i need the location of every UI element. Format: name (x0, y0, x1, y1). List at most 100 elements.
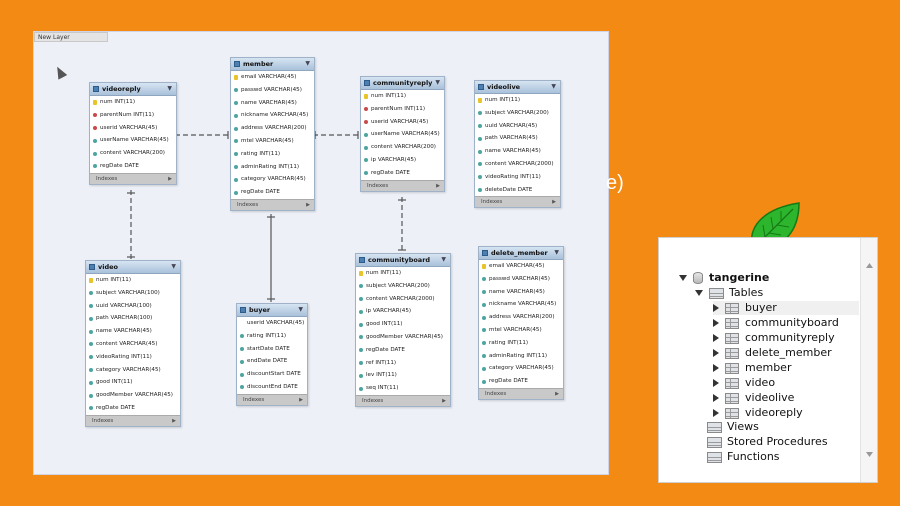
entity-header[interactable]: delete_member ▼ (479, 247, 563, 260)
column-row[interactable]: userid VARCHAR(45) (361, 116, 444, 129)
collapse-arrow-icon[interactable]: ▼ (554, 247, 559, 259)
collapse-arrow-icon[interactable]: ▼ (167, 83, 172, 95)
expand-arrow-icon[interactable]: ▶ (442, 396, 446, 406)
entity-header[interactable]: videolive ▼ (475, 81, 560, 94)
column-row[interactable]: regDate DATE (356, 344, 450, 357)
layer-label[interactable]: New Layer (34, 32, 108, 42)
column-row[interactable]: regDate DATE (90, 160, 176, 173)
column-row[interactable]: email VARCHAR(45) (479, 260, 563, 273)
table-node-videolive[interactable]: videolive (713, 391, 859, 405)
column-row[interactable]: category VARCHAR(45) (231, 173, 314, 186)
column-row[interactable]: discountEnd DATE (237, 381, 307, 394)
expand-arrow-icon[interactable]: ▶ (306, 200, 310, 210)
column-row[interactable]: num INT(11) (361, 90, 444, 103)
expand-arrow-icon[interactable] (679, 275, 687, 281)
column-row[interactable]: num INT(11) (356, 267, 450, 280)
column-row[interactable]: address VARCHAR(200) (231, 122, 314, 135)
entity-delete-member[interactable]: delete_member ▼ email VARCHAR(45) passwd VA… (478, 246, 564, 400)
column-row[interactable]: email VARCHAR(45) (231, 71, 314, 84)
indexes-section[interactable]: Indexes ▶ (231, 198, 314, 210)
entity-video[interactable]: video ▼ num INT(11) subject VARCHAR(100) uui… (85, 260, 181, 427)
column-row[interactable]: rating INT(11) (479, 337, 563, 350)
column-row[interactable]: category VARCHAR(45) (479, 362, 563, 375)
column-row[interactable]: goodMember VARCHAR(45) (86, 389, 180, 402)
expand-arrow-icon[interactable]: ▶ (168, 174, 172, 184)
collapse-arrow-icon[interactable]: ▼ (551, 81, 556, 93)
expand-arrow-icon[interactable]: ▶ (552, 197, 556, 207)
indexes-section[interactable]: Indexes ▶ (479, 387, 563, 399)
table-node-member[interactable]: member (713, 361, 859, 375)
collapse-arrow-icon[interactable]: ▼ (298, 304, 303, 316)
column-row[interactable]: good INT(11) (356, 318, 450, 331)
indexes-section[interactable]: Indexes ▶ (361, 179, 444, 191)
column-row[interactable]: address VARCHAR(200) (479, 311, 563, 324)
column-row[interactable]: content VARCHAR(2000) (475, 158, 560, 171)
column-row[interactable]: uuid VARCHAR(45) (475, 120, 560, 133)
column-row[interactable]: nickname VARCHAR(45) (231, 109, 314, 122)
indexes-section[interactable]: Indexes ▶ (90, 172, 176, 184)
column-row[interactable]: goodMember VARCHAR(45) (356, 331, 450, 344)
column-row[interactable]: name VARCHAR(45) (479, 286, 563, 299)
collapse-arrow-icon[interactable]: ▼ (435, 77, 440, 89)
schema-node[interactable]: tangerine (679, 271, 769, 285)
expand-arrow-icon[interactable] (713, 409, 719, 417)
column-row[interactable]: regDate DATE (86, 402, 180, 415)
expand-arrow-icon[interactable] (713, 334, 719, 342)
column-row[interactable]: lev INT(11) (356, 369, 450, 382)
expand-arrow-icon[interactable]: ▶ (555, 389, 559, 399)
views-node[interactable]: Views (707, 420, 759, 434)
column-row[interactable]: userName VARCHAR(45) (361, 128, 444, 141)
column-row[interactable]: subject VARCHAR(200) (475, 107, 560, 120)
column-row[interactable]: num INT(11) (475, 94, 560, 107)
scrollbar[interactable] (860, 238, 877, 482)
expand-arrow-icon[interactable]: ▶ (299, 395, 303, 405)
column-row[interactable]: discountStart DATE (237, 368, 307, 381)
entity-header[interactable]: buyer ▼ (237, 304, 307, 317)
column-row[interactable]: regDate DATE (361, 167, 444, 180)
entity-header[interactable]: communityreply ▼ (361, 77, 444, 90)
functions-node[interactable]: Functions (707, 450, 780, 464)
entity-header[interactable]: member ▼ (231, 58, 314, 71)
column-row[interactable]: userName VARCHAR(45) (90, 134, 176, 147)
column-row[interactable]: subject VARCHAR(100) (86, 287, 180, 300)
expand-arrow-icon[interactable] (695, 290, 703, 296)
column-row[interactable]: regDate DATE (231, 186, 314, 199)
table-node-communityboard[interactable]: communityboard (713, 316, 859, 330)
expand-arrow-icon[interactable] (713, 319, 719, 327)
column-row[interactable]: userid VARCHAR(45) (237, 317, 307, 330)
column-row[interactable]: passwd VARCHAR(45) (479, 273, 563, 286)
entity-communityreply[interactable]: communityreply ▼ num INT(11) parentNum INT(… (360, 76, 445, 192)
column-row[interactable]: parentNum INT(11) (90, 109, 176, 122)
column-row[interactable]: path VARCHAR(45) (475, 132, 560, 145)
expand-arrow-icon[interactable]: ▶ (172, 416, 176, 426)
expand-arrow-icon[interactable] (713, 379, 719, 387)
entity-videolive[interactable]: videolive ▼ num INT(11) subject VARCHAR(200… (474, 80, 561, 209)
column-row[interactable]: userid VARCHAR(45) (90, 122, 176, 135)
column-row[interactable]: adminRating INT(11) (479, 350, 563, 363)
schema-navigator-panel[interactable]: tangerine Tables buyer communityboard comm… (658, 237, 878, 483)
column-row[interactable]: mtel VARCHAR(45) (479, 324, 563, 337)
column-row[interactable]: videoRating INT(11) (86, 351, 180, 364)
table-node-communityreply[interactable]: communityreply (713, 331, 859, 345)
column-row[interactable]: rating INT(11) (237, 330, 307, 343)
column-row[interactable]: passwd VARCHAR(45) (231, 84, 314, 97)
table-node-videoreply[interactable]: videoreply (713, 406, 859, 420)
column-row[interactable]: content VARCHAR(200) (361, 141, 444, 154)
column-row[interactable]: num INT(11) (86, 274, 180, 287)
column-row[interactable]: regDate DATE (479, 375, 563, 388)
stored-procedures-node[interactable]: Stored Procedures (707, 435, 828, 449)
column-row[interactable]: content VARCHAR(2000) (356, 293, 450, 306)
table-node-delete-member[interactable]: delete_member (713, 346, 859, 360)
expand-arrow-icon[interactable]: ▶ (436, 181, 440, 191)
column-row[interactable]: parentNum INT(11) (361, 103, 444, 116)
entity-header[interactable]: video ▼ (86, 261, 180, 274)
column-row[interactable]: rating INT(11) (231, 148, 314, 161)
column-row[interactable]: adminRating INT(11) (231, 161, 314, 174)
column-row[interactable]: nickname VARCHAR(45) (479, 298, 563, 311)
column-row[interactable]: content VARCHAR(200) (90, 147, 176, 160)
entity-videoreply[interactable]: videoreply ▼ num INT(11) parentNum INT(11) u… (89, 82, 177, 185)
expand-arrow-icon[interactable] (713, 349, 719, 357)
entity-header[interactable]: communityboard ▼ (356, 254, 450, 267)
column-row[interactable]: endDate DATE (237, 355, 307, 368)
column-row[interactable]: path VARCHAR(100) (86, 312, 180, 325)
